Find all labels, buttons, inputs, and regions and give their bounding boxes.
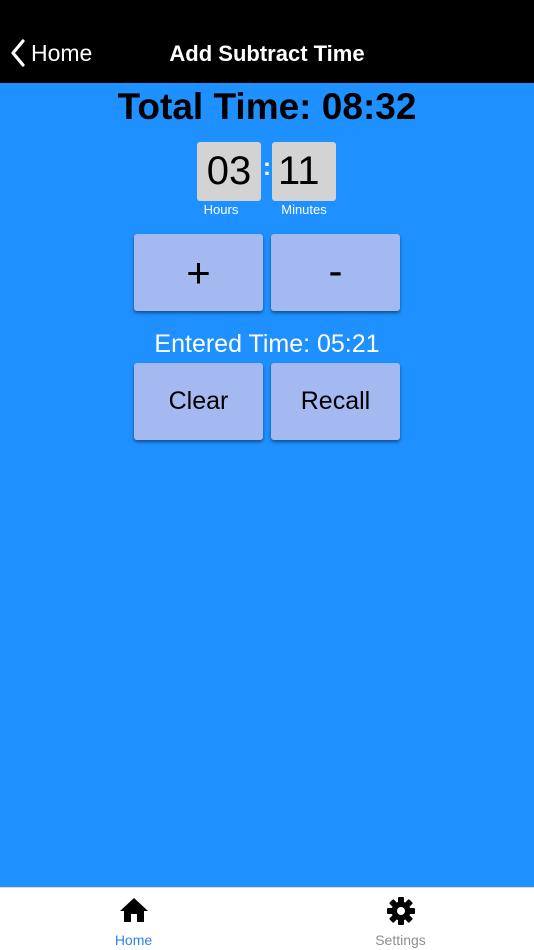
hours-input[interactable]: 03 xyxy=(197,142,261,201)
navigation-bar: Home Add Subtract Time xyxy=(0,0,534,83)
gear-icon xyxy=(386,897,415,925)
tab-home-label: Home xyxy=(114,932,153,948)
minutes-label: Minutes xyxy=(281,202,327,217)
page-title: Add Subtract Time xyxy=(169,41,365,66)
recall-button[interactable]: Recall xyxy=(271,363,400,440)
home-icon xyxy=(119,898,148,922)
tab-settings-label: Settings xyxy=(375,932,426,948)
tab-settings[interactable]: Settings xyxy=(267,888,534,950)
minutes-input[interactable]: 11 xyxy=(272,142,336,201)
main-content: Total Time: 08:32 03 : 11 Hours Minutes … xyxy=(0,83,534,887)
hours-label: Hours xyxy=(203,202,239,217)
total-time-display: Total Time: 08:32 xyxy=(117,86,417,127)
time-separator: : xyxy=(263,154,271,181)
tab-home[interactable]: Home xyxy=(0,888,267,950)
subtract-button[interactable]: - xyxy=(271,234,400,311)
add-button[interactable]: + xyxy=(134,234,263,311)
entered-time-display: Entered Time: 05:21 xyxy=(154,330,380,358)
tab-bar: Home Settings xyxy=(0,887,534,950)
clear-button[interactable]: Clear xyxy=(134,363,263,440)
